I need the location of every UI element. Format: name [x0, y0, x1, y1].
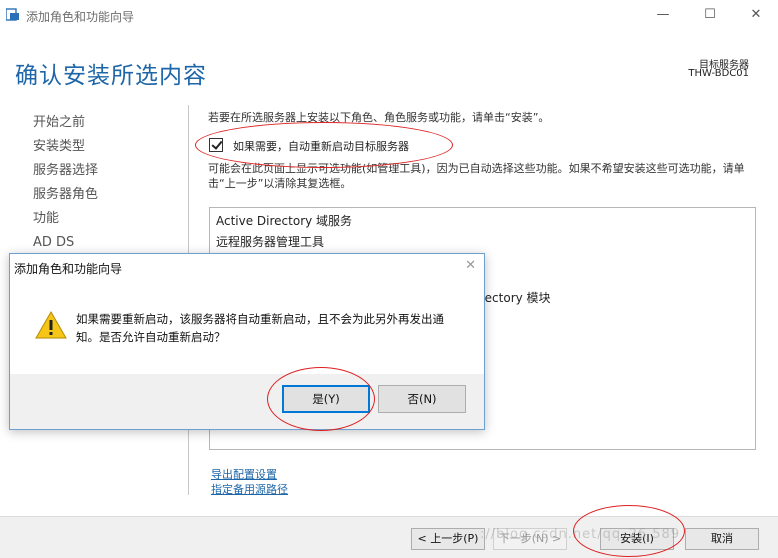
page-heading: 确认安装所选内容 — [15, 63, 207, 89]
restart-checkbox[interactable] — [209, 138, 223, 152]
nav-item-before-you-begin[interactable]: 开始之前 — [33, 114, 98, 138]
alternate-source-link[interactable]: 指定备用源路径 — [211, 482, 288, 497]
minimize-button[interactable]: — — [648, 5, 678, 25]
optional-features-note: 可能会在此页面上显示可选功能(如管理工具)，因为已自动选择这些功能。如果不希望安… — [208, 162, 745, 190]
nav-item-server-roles[interactable]: 服务器角色 — [33, 186, 98, 210]
export-config-link[interactable]: 导出配置设置 — [211, 467, 288, 482]
link-group: 导出配置设置 指定备用源路径 — [211, 467, 288, 497]
target-server-name: THW-BDC01 — [688, 68, 749, 79]
dialog-close-button[interactable]: ✕ — [465, 258, 476, 273]
restart-checkbox-label[interactable]: 如果需要，自动重新启动目标服务器 — [233, 138, 409, 154]
nav-item-installation-type[interactable]: 安装类型 — [33, 138, 98, 162]
watermark: ://blog.csdn.net/qq_26 589 — [480, 527, 681, 542]
nav-item-features[interactable]: 功能 — [33, 210, 98, 234]
yes-button[interactable]: 是(Y) — [282, 385, 370, 413]
title-bar: 添加角色和功能向导 — ☐ ✕ — [0, 0, 778, 30]
maximize-button[interactable]: ☐ — [695, 5, 725, 25]
intro-text: 若要在所选服务器上安装以下角色、角色服务或功能，请单击“安装”。 — [208, 111, 550, 124]
wizard-app-icon — [6, 8, 19, 21]
nav-item-server-selection[interactable]: 服务器选择 — [33, 162, 98, 186]
list-item: rectory 模块 — [480, 291, 551, 305]
close-button[interactable]: ✕ — [741, 5, 771, 25]
dialog-body: 如果需要重新启动，该服务器将自动重新启动，且不会为此另外再发出通知。是否允许自动… — [11, 282, 483, 374]
list-item: Active Directory 域服务 — [216, 214, 353, 228]
cancel-button[interactable]: 取消 — [685, 528, 759, 550]
list-item: 远程服务器管理工具 — [216, 235, 325, 249]
no-button[interactable]: 否(N) — [378, 385, 466, 413]
dialog-footer: 是(Y) 否(N) — [10, 374, 484, 429]
restart-confirm-dialog: 添加角色和功能向导 ✕ 如果需要重新启动，该服务器将自动重新启动，且不会为此另外… — [9, 253, 485, 430]
dialog-title: 添加角色和功能向导 — [14, 262, 123, 276]
wizard-nav: 开始之前 安装类型 服务器选择 服务器角色 功能 AD DS — [33, 114, 98, 258]
previous-button[interactable]: < 上一步(P) — [411, 528, 485, 550]
warning-icon — [35, 310, 67, 339]
window-title: 添加角色和功能向导 — [26, 10, 135, 24]
dialog-message: 如果需要重新启动，该服务器将自动重新启动，且不会为此另外再发出通知。是否允许自动… — [76, 312, 444, 344]
